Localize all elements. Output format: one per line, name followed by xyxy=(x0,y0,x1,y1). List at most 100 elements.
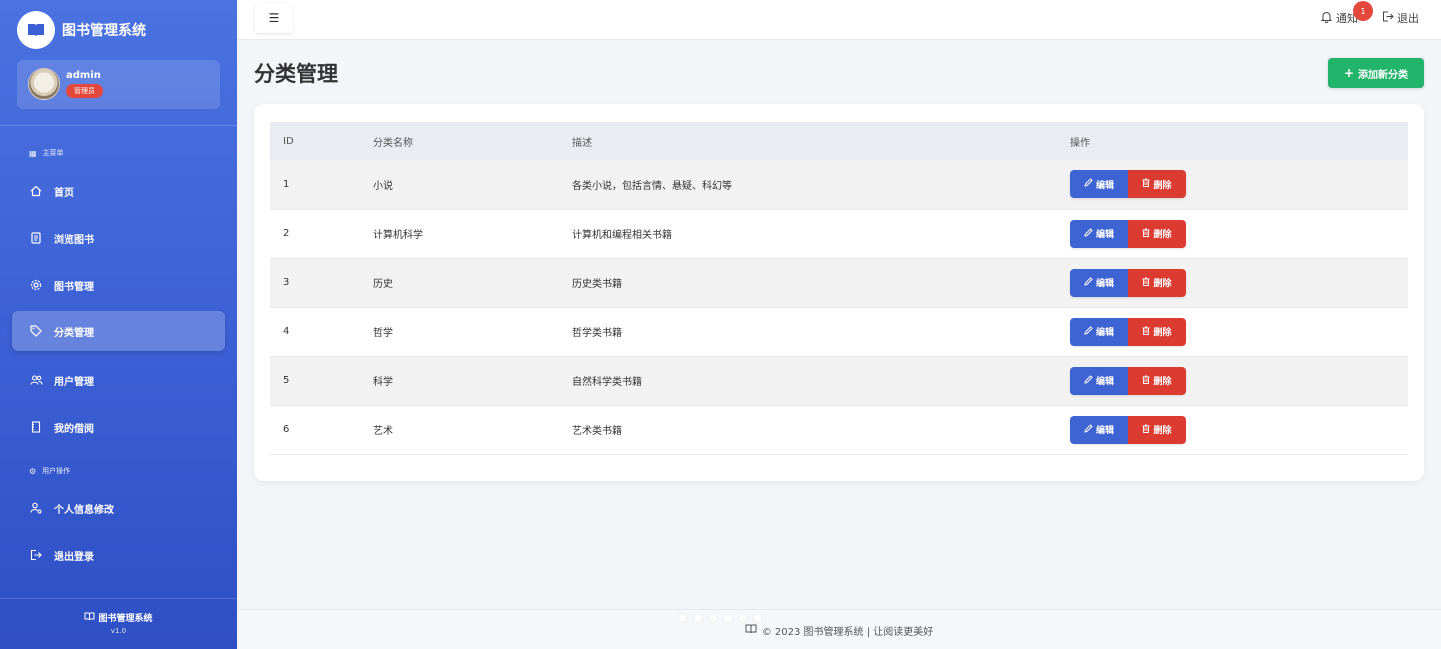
table-row: 2 计算机科学 计算机和编程相关书籍 编辑 删除 xyxy=(270,209,1408,258)
table-row: 3 历史 历史类书籍 编辑 删除 xyxy=(270,258,1408,307)
delete-label: 删除 xyxy=(1153,377,1172,387)
delete-button[interactable]: 删除 xyxy=(1128,415,1186,444)
home-icon xyxy=(29,184,43,198)
cell-name: 计算机科学 xyxy=(373,230,423,241)
dot xyxy=(739,614,747,622)
delete-label: 删除 xyxy=(1153,180,1172,191)
cell-id: 4 xyxy=(283,326,290,337)
sidebar-item-logout[interactable]: 退出登录 xyxy=(12,535,225,575)
sidebar-item-label: 退出登录 xyxy=(54,551,94,563)
sidebar-item-home[interactable]: 首页 xyxy=(12,171,225,211)
dot xyxy=(709,614,717,622)
topbar-logout-button[interactable]: 退出 xyxy=(1382,10,1419,26)
edit-button[interactable]: 编辑 xyxy=(1070,366,1128,395)
journal-icon xyxy=(29,420,43,434)
cell-id: 5 xyxy=(283,375,290,386)
sidebar-item-label: 图书管理 xyxy=(54,281,94,293)
hamburger-icon: ☰ xyxy=(268,11,280,25)
topbar: ☰ 通知 1 退出 xyxy=(237,0,1441,40)
cell-actions: 编辑 删除 xyxy=(1070,160,1408,209)
edit-button[interactable]: 编辑 xyxy=(1070,170,1128,199)
topbar-logout-label: 退出 xyxy=(1397,12,1419,25)
sidebar-item-label: 首页 xyxy=(54,187,74,199)
add-category-button[interactable]: + 添加新分类 xyxy=(1328,58,1424,88)
delete-label: 删除 xyxy=(1153,328,1172,338)
logout-icon xyxy=(1382,11,1394,25)
edit-label: 编辑 xyxy=(1095,279,1114,289)
cell-description: 哲学类书籍 xyxy=(572,328,622,339)
edit-button[interactable]: 编辑 xyxy=(1070,219,1128,248)
dot xyxy=(754,614,762,622)
brand-title: 图书管理系统 xyxy=(62,23,146,39)
cell-description: 自然科学类书籍 xyxy=(572,377,642,388)
cell-description: 艺术类书籍 xyxy=(572,426,622,437)
sidebar: 图书管理系统 admin 管理员 ▦ 主菜单 首页 浏览图书 图书管理 分类管理 xyxy=(0,0,237,649)
edit-label: 编辑 xyxy=(1095,180,1114,191)
sidebar-item-label: 个人信息修改 xyxy=(54,504,114,516)
cell-description: 各类小说，包括言情、悬疑、科幻等 xyxy=(572,180,732,192)
edit-label: 编辑 xyxy=(1095,328,1114,338)
logout-icon xyxy=(29,548,43,562)
pencil-icon xyxy=(1084,227,1096,240)
cell-name: 小说 xyxy=(373,180,393,192)
footer-copyright: © 2023 图书管理系统 | 让阅读更美好 xyxy=(761,627,934,638)
section-user-label: 用户操作 xyxy=(42,467,71,475)
sidebar-item-browse-books[interactable]: 浏览图书 xyxy=(12,218,225,258)
delete-button[interactable]: 删除 xyxy=(1128,317,1186,346)
delete-button[interactable]: 删除 xyxy=(1128,268,1186,297)
trash-icon xyxy=(1142,228,1153,240)
pencil-icon xyxy=(1084,325,1096,338)
cell-name: 艺术 xyxy=(373,426,393,437)
menu-toggle-button[interactable]: ☰ xyxy=(255,3,293,33)
table-row: 1 小说 各类小说，包括言情、悬疑、科幻等 编辑 删除 xyxy=(270,160,1408,209)
dot xyxy=(694,614,702,622)
delete-button[interactable]: 删除 xyxy=(1128,170,1186,199)
book-browse-icon xyxy=(29,231,43,245)
person-gear-icon xyxy=(29,501,43,515)
dot xyxy=(679,614,687,622)
edit-button[interactable]: 编辑 xyxy=(1070,268,1128,297)
sidebar-item-book-management[interactable]: 图书管理 xyxy=(12,265,225,305)
version-label: v1.0 xyxy=(110,627,127,635)
sidebar-item-user-management[interactable]: 用户管理 xyxy=(12,360,225,400)
trash-icon xyxy=(1142,326,1153,338)
column-header-actions: 操作 xyxy=(1070,137,1090,149)
category-table: ID 分类名称 描述 操作 1 小说 各类小说，包括言情、悬疑、科幻等 编辑 删除 2 计算… xyxy=(270,122,1408,455)
edit-button[interactable]: 编辑 xyxy=(1070,415,1128,444)
sidebar-item-label: 我的借阅 xyxy=(54,423,94,435)
category-table-card: ID 分类名称 描述 操作 1 小说 各类小说，包括言情、悬疑、科幻等 编辑 删除 2 计算… xyxy=(254,104,1424,481)
cell-actions: 编辑 删除 xyxy=(1070,356,1408,405)
sidebar-footer-divider xyxy=(0,598,237,599)
cell-id: 2 xyxy=(283,228,290,239)
action-button-group: 编辑 删除 xyxy=(1070,170,1186,199)
delete-button[interactable]: 删除 xyxy=(1128,219,1186,248)
user-card: admin 管理员 xyxy=(17,60,220,109)
cell-id: 3 xyxy=(283,277,290,288)
pencil-icon xyxy=(1084,374,1096,387)
delete-button[interactable]: 删除 xyxy=(1128,366,1186,395)
footer-text: © 2023 图书管理系统 | 让阅读更美好 xyxy=(237,623,1441,638)
column-header-description: 描述 xyxy=(572,137,592,149)
cell-actions: 编辑 删除 xyxy=(1070,405,1408,454)
notification-count-badge: 1 xyxy=(1353,1,1373,21)
sidebar-item-label: 分类管理 xyxy=(54,327,94,339)
pencil-icon xyxy=(1084,276,1096,289)
sidebar-item-my-borrowings[interactable]: 我的借阅 xyxy=(12,407,225,447)
table-row: 5 科学 自然科学类书籍 编辑 删除 xyxy=(270,356,1408,405)
cell-name: 历史 xyxy=(373,279,393,290)
brand[interactable]: 图书管理系统 xyxy=(17,11,146,49)
cell-actions: 编辑 删除 xyxy=(1070,258,1408,307)
book-logo-icon xyxy=(17,11,55,49)
sidebar-item-category-management[interactable]: 分类管理 xyxy=(12,311,225,351)
cell-name: 科学 xyxy=(373,377,393,388)
pagination-dots xyxy=(679,614,769,622)
sidebar-item-profile-edit[interactable]: 个人信息修改 xyxy=(12,488,225,528)
edit-button[interactable]: 编辑 xyxy=(1070,317,1128,346)
cell-id: 6 xyxy=(283,424,290,435)
role-badge: 管理员 xyxy=(66,84,103,98)
table-row: 4 哲学 哲学类书籍 编辑 删除 xyxy=(270,307,1408,356)
edit-label: 编辑 xyxy=(1095,377,1114,387)
pencil-icon xyxy=(1084,178,1096,190)
book-open-icon xyxy=(84,612,95,624)
edit-label: 编辑 xyxy=(1095,426,1114,436)
